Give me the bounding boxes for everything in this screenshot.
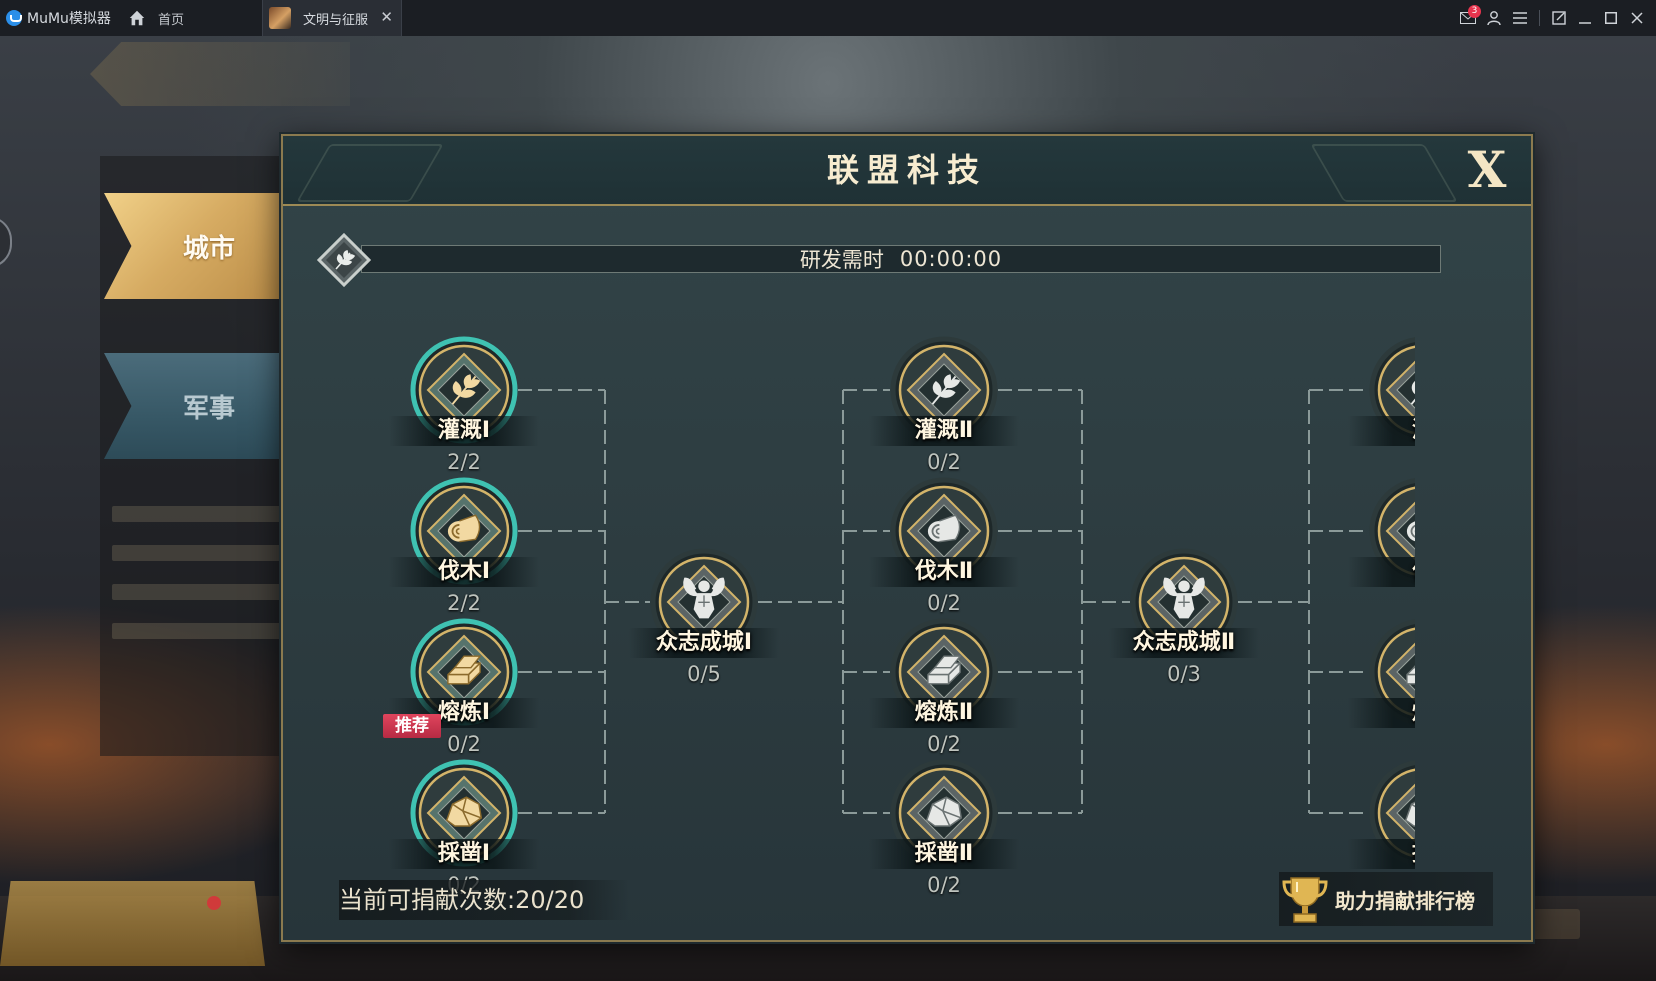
mail-button[interactable]: 3 bbox=[1455, 0, 1481, 36]
minimize-button[interactable] bbox=[1572, 0, 1598, 36]
tech-node-label: 众志成城Ⅰ bbox=[629, 628, 779, 658]
tech-node-label: 熔炼Ⅱ bbox=[869, 698, 1019, 728]
tech-node-label: 灌 bbox=[1348, 416, 1415, 446]
window-controls: 3 bbox=[1455, 0, 1656, 36]
tech-node[interactable]: 众志成城Ⅱ 0/3 bbox=[1099, 548, 1269, 710]
background-rows bbox=[112, 506, 282, 662]
side-drawer-handle[interactable] bbox=[0, 216, 12, 268]
mumu-logo-icon bbox=[6, 10, 22, 26]
toolbar-divider bbox=[1539, 10, 1540, 26]
tech-node-label: 採凿Ⅰ bbox=[389, 839, 539, 869]
tech-node-progress: 0 bbox=[1338, 450, 1415, 474]
category-tab-label: 城市 bbox=[182, 233, 235, 264]
tech-node-progress: 0/2 bbox=[927, 873, 961, 897]
app-title: MuMu模拟器 bbox=[27, 11, 111, 27]
category-tab-city[interactable]: 城市 bbox=[104, 193, 300, 299]
app-brand: MuMu模拟器 bbox=[0, 8, 120, 28]
emulator-titlebar: MuMu模拟器 首页 文明与征服 ✕ 3 bbox=[0, 0, 1656, 36]
tech-node[interactable]: 灌溉Ⅱ 0/2 bbox=[859, 336, 1029, 498]
tech-node-progress: 0/2 bbox=[927, 450, 961, 474]
recommend-badge: 推荐 bbox=[383, 714, 441, 738]
tech-node-label: 伐 bbox=[1348, 557, 1415, 587]
user-button[interactable] bbox=[1481, 0, 1507, 36]
mail-badge: 3 bbox=[1468, 5, 1481, 18]
close-icon bbox=[1631, 12, 1643, 24]
tech-node-label: 灌溉Ⅱ bbox=[869, 416, 1019, 446]
tech-node-label: 伐木Ⅱ bbox=[869, 557, 1019, 587]
tech-node[interactable]: 伐0 bbox=[1338, 477, 1415, 639]
tech-node-progress: 0/2 bbox=[927, 591, 961, 615]
tech-node-progress: 0/2 bbox=[927, 732, 961, 756]
trophy-icon bbox=[1282, 877, 1328, 923]
tech-node[interactable]: 伐木Ⅱ 0/2 bbox=[859, 477, 1029, 639]
game-tab[interactable]: 文明与征服 ✕ bbox=[262, 0, 402, 36]
tech-node-label: 伐木Ⅰ bbox=[389, 557, 539, 587]
maximize-button[interactable] bbox=[1598, 0, 1624, 36]
tech-node[interactable]: 伐木Ⅰ 2/2 bbox=[379, 477, 549, 639]
category-tab-label: 军事 bbox=[182, 393, 235, 424]
tech-node-progress: 0/5 bbox=[687, 662, 721, 686]
tech-node[interactable]: 众志成城Ⅰ 0/5 bbox=[619, 548, 789, 710]
tech-node[interactable]: 灌0 bbox=[1338, 336, 1415, 498]
tech-node-label: 灌溉Ⅰ bbox=[389, 416, 539, 446]
home-tab-label: 首页 bbox=[158, 12, 185, 28]
tech-node-progress: 0 bbox=[1338, 732, 1415, 756]
close-tab-icon[interactable]: ✕ bbox=[380, 8, 393, 26]
tech-node[interactable]: 灌溉Ⅰ 2/2 bbox=[379, 336, 549, 498]
background-alliance-button bbox=[0, 881, 265, 966]
background-notify-dot bbox=[207, 896, 221, 910]
tech-tree: 灌溉Ⅰ2/2伐木Ⅰ2/2熔炼Ⅰ0/2採凿Ⅰ0/2众志成城Ⅰ0/5灌溉Ⅱ0/2伐木… bbox=[283, 206, 1415, 940]
tech-node-progress: 2/2 bbox=[447, 591, 481, 615]
donation-rank-button[interactable]: 助力捐献排行榜 bbox=[1279, 872, 1493, 926]
home-icon bbox=[129, 10, 145, 26]
background-banner bbox=[90, 42, 350, 106]
game-tab-label: 文明与征服 bbox=[303, 12, 369, 28]
game-viewport: 城市 军事 联盟科技 X 研发需时 00:00:00 灌溉Ⅰ 2/2 伐木Ⅰ 2/2 熔… bbox=[0, 36, 1656, 981]
minimize-icon bbox=[1579, 22, 1591, 24]
game-thumbnail-icon bbox=[269, 7, 291, 29]
tech-node-label: 众志成城Ⅱ bbox=[1109, 628, 1259, 658]
tech-node-label: 熔 bbox=[1348, 698, 1415, 728]
user-icon bbox=[1487, 10, 1501, 25]
close-button[interactable]: X bbox=[1457, 140, 1517, 200]
pin-window-button[interactable] bbox=[1546, 0, 1572, 36]
tech-node-label: 採 bbox=[1348, 839, 1415, 869]
menu-button[interactable] bbox=[1507, 0, 1533, 36]
tech-node-progress: 0 bbox=[1338, 591, 1415, 615]
alliance-tech-dialog: 联盟科技 X 研发需时 00:00:00 灌溉Ⅰ 2/2 伐木Ⅰ 2/2 熔炼Ⅰ 0/2 採… bbox=[281, 134, 1533, 942]
tech-node-progress: 0/3 bbox=[1167, 662, 1201, 686]
donate-count: 当前可捐献次数:20/20 bbox=[339, 880, 629, 920]
dialog-title: 联盟科技 bbox=[826, 151, 987, 189]
menu-icon bbox=[1513, 12, 1527, 24]
category-tab-military[interactable]: 军事 bbox=[104, 353, 300, 459]
home-tab[interactable]: 首页 bbox=[120, 9, 260, 28]
tech-node-progress: 2/2 bbox=[447, 450, 481, 474]
dialog-header: 联盟科技 X bbox=[283, 136, 1531, 206]
tech-node[interactable]: 熔炼Ⅰ 0/2 bbox=[379, 618, 549, 780]
tech-node[interactable]: 熔0 bbox=[1338, 618, 1415, 780]
close-window-button[interactable] bbox=[1624, 0, 1650, 36]
rank-button-label: 助力捐献排行榜 bbox=[1335, 888, 1475, 913]
tech-node[interactable]: 熔炼Ⅱ 0/2 bbox=[859, 618, 1029, 780]
tech-node[interactable]: 採凿Ⅱ 0/2 bbox=[859, 759, 1029, 921]
tech-node-label: 採凿Ⅱ bbox=[869, 839, 1019, 869]
maximize-icon bbox=[1605, 12, 1617, 24]
pin-window-icon bbox=[1552, 11, 1566, 25]
